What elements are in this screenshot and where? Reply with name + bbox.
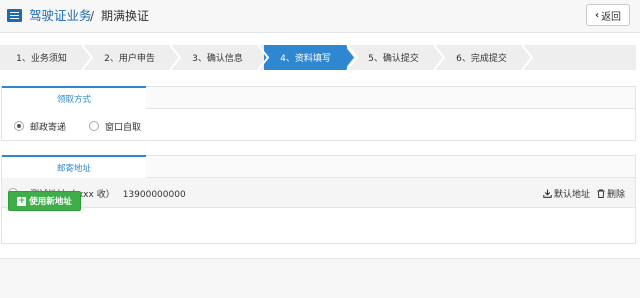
set-default-address-link[interactable]: 默认地址 bbox=[543, 187, 590, 200]
mailing-address-panel: 邮寄地址 测试地址（ xxx 收）13900000000 默认地址 删除 + 使… bbox=[1, 155, 636, 244]
use-new-address-button[interactable]: + 使用新地址 bbox=[8, 191, 81, 211]
step-progress-bar: 1、业务须知 2、用户申告 3、确认信息 4、资料填写 5、确认提交 6、完成提… bbox=[0, 45, 636, 70]
step-4: 4、资料填写 bbox=[264, 45, 347, 70]
back-button-label: 返回 bbox=[601, 11, 622, 23]
step-6-label: 6、完成提交 bbox=[456, 54, 507, 64]
trash-icon bbox=[597, 189, 605, 198]
download-icon bbox=[543, 189, 552, 198]
step-5: 5、确认提交 bbox=[352, 45, 435, 70]
page-header: 驾驶证业务 / 期满换证 ‹ 返回 bbox=[0, 0, 640, 33]
radio-mail-delivery[interactable] bbox=[14, 121, 24, 131]
chevron-left-icon: ‹ bbox=[594, 9, 600, 21]
tab-pickup-method[interactable]: 领取方式 bbox=[2, 86, 146, 109]
step-1: 1、业务须知 bbox=[0, 45, 83, 70]
address-phone: 13900000000 bbox=[122, 190, 186, 200]
step-2-label: 2、用户申告 bbox=[104, 54, 155, 64]
step-divider bbox=[169, 45, 182, 70]
plus-icon: + bbox=[17, 195, 27, 206]
page-subtitle: 期满换证 bbox=[101, 9, 150, 23]
mail-delivery-label: 邮政寄递 bbox=[30, 123, 67, 133]
step-3-label: 3、确认信息 bbox=[192, 54, 243, 64]
step-divider bbox=[257, 45, 270, 70]
tab-mailing-address[interactable]: 邮寄地址 bbox=[2, 155, 146, 178]
back-button[interactable]: ‹ 返回 bbox=[586, 4, 630, 26]
step-divider bbox=[81, 45, 94, 70]
step-divider bbox=[433, 45, 446, 70]
step-divider bbox=[521, 45, 534, 70]
footer-area bbox=[0, 259, 640, 298]
radio-window-pickup[interactable] bbox=[89, 121, 99, 131]
step-2: 2、用户申告 bbox=[88, 45, 171, 70]
breadcrumb-separator: / bbox=[90, 9, 95, 23]
step-1-label: 1、业务须知 bbox=[16, 54, 67, 64]
pickup-options: 邮政寄递 窗口自取 bbox=[2, 109, 635, 139]
window-pickup-label: 窗口自取 bbox=[105, 123, 142, 133]
page-title: 驾驶证业务 bbox=[29, 8, 92, 23]
step-6: 6、完成提交 bbox=[440, 45, 523, 70]
delete-address-link[interactable]: 删除 bbox=[597, 187, 625, 200]
step-4-label: 4、资料填写 bbox=[280, 54, 331, 64]
list-icon bbox=[7, 9, 22, 22]
pickup-method-panel: 领取方式 邮政寄递 窗口自取 bbox=[1, 86, 636, 141]
address-row[interactable]: 测试地址（ xxx 收）13900000000 默认地址 删除 bbox=[2, 178, 635, 208]
step-active-arrow bbox=[344, 45, 358, 70]
step-5-label: 5、确认提交 bbox=[368, 54, 419, 64]
use-new-address-label: 使用新地址 bbox=[29, 197, 72, 207]
delete-label: 删除 bbox=[607, 190, 626, 200]
step-3: 3、确认信息 bbox=[176, 45, 259, 70]
set-default-label: 默认地址 bbox=[554, 190, 591, 200]
mailing-panel-header: 邮寄地址 bbox=[2, 155, 635, 178]
pickup-panel-header: 领取方式 bbox=[2, 86, 635, 109]
